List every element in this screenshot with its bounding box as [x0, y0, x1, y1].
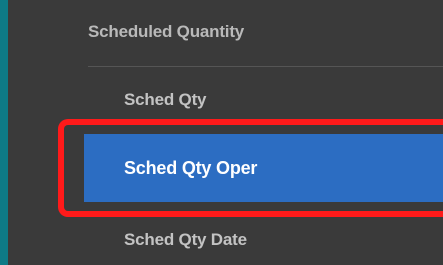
menu-item-sched-qty-date[interactable]: Sched Qty Date: [124, 230, 247, 250]
left-accent-edge: [0, 0, 8, 265]
section-divider: [88, 66, 443, 67]
menu-item-sched-qty-oper[interactable]: Sched Qty Oper: [84, 134, 443, 202]
section-header-scheduled-quantity: Scheduled Quantity: [88, 22, 245, 41]
menu-item-label: Sched Qty Oper: [124, 158, 258, 178]
menu-item-sched-qty[interactable]: Sched Qty: [124, 90, 206, 110]
